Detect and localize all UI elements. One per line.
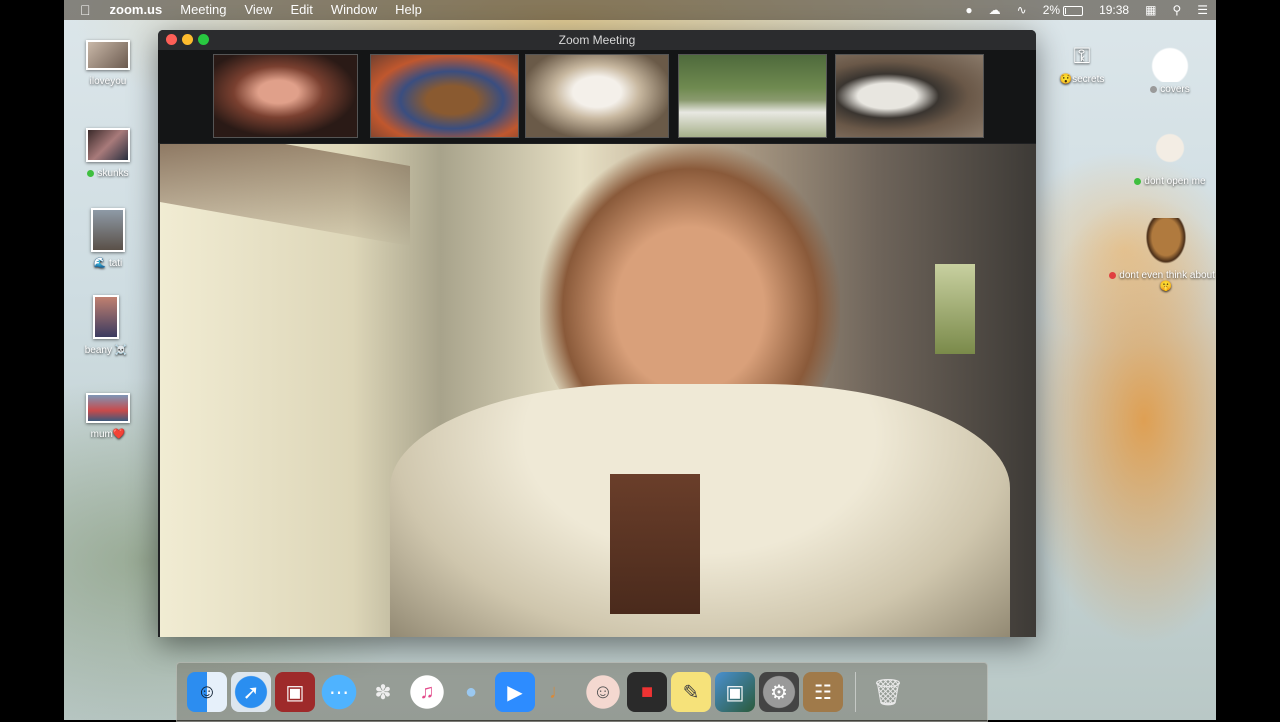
participant-video-5[interactable] — [835, 54, 984, 138]
creative-cloud-icon[interactable]: ☁ — [981, 0, 1009, 20]
menu-help[interactable]: Help — [386, 0, 431, 20]
file-thumbnail — [91, 208, 125, 252]
wifi-icon[interactable]: ∿ — [1009, 0, 1035, 20]
notification-center-icon[interactable]: ☰ — [1189, 0, 1216, 20]
desktop-item-secrets[interactable]: ⚿ 😯secrets — [1032, 43, 1132, 86]
file-thumbnail — [86, 128, 130, 162]
red-tag-icon — [1109, 271, 1117, 279]
heart-emoji: ❤️ — [112, 429, 126, 440]
bunny-plush-icon — [1155, 130, 1185, 170]
file-thumbnail — [93, 295, 119, 339]
desktop-item-label: dont even think about it — [1119, 270, 1216, 281]
preview-icon[interactable]: ▣ — [715, 672, 755, 712]
rabbit-icon[interactable]: ✽ — [363, 672, 403, 712]
active-speaker-video[interactable] — [160, 144, 1036, 637]
participant-video-4[interactable] — [678, 54, 827, 138]
bunny-icon — [1150, 42, 1190, 82]
desktop-item-label: dont open me — [1144, 176, 1206, 187]
key-icon: ⚿ — [1073, 43, 1091, 68]
desktop-item-iloveyou[interactable]: iloveyou — [64, 40, 158, 87]
clock[interactable]: 19:38 — [1091, 0, 1137, 20]
participant-video-3[interactable] — [525, 54, 669, 138]
dock-separator — [855, 672, 856, 712]
desktop-item-tati[interactable]: 🌊 tati — [64, 208, 158, 269]
minimize-button[interactable] — [182, 34, 193, 45]
menu-app-name[interactable]: zoom.us — [101, 0, 172, 20]
apple-icon[interactable]:  — [64, 2, 101, 18]
gray-tag-icon — [1150, 85, 1158, 93]
close-button[interactable] — [166, 34, 177, 45]
lion-icon — [1144, 218, 1188, 266]
desktop-item-mum[interactable]: mum❤️ — [64, 393, 158, 440]
desktop-item-covers[interactable]: covers — [1120, 42, 1216, 95]
zoom-icon[interactable]: ▶ — [495, 672, 535, 712]
desktop-item-label: skunks — [97, 168, 129, 179]
desktop-item-label: secrets — [1072, 74, 1105, 85]
raised-arm — [160, 144, 410, 247]
desktop-item-label: tati — [108, 258, 123, 269]
surprised-emoji: 😯 — [1059, 74, 1073, 85]
seal-icon[interactable]: ● — [451, 672, 491, 712]
desktop-item-label: beany — [84, 345, 112, 356]
menu-view[interactable]: View — [235, 0, 281, 20]
desktop-item-dont-open-me[interactable]: dont open me — [1120, 130, 1216, 187]
desktop-item-dont-even-think-about-it[interactable]: dont even think about it🤫 — [1106, 218, 1216, 292]
zoom-meeting-window: Zoom Meeting — [158, 30, 1036, 637]
wave-emoji: 🌊 — [93, 258, 107, 269]
photo-booth-icon[interactable]: ▣ — [275, 672, 315, 712]
zoom-status-icon[interactable]: ● — [957, 0, 980, 20]
file-thumbnail — [86, 40, 130, 70]
safari-icon[interactable]: ➚ — [231, 672, 271, 712]
participant-strip — [158, 50, 1036, 143]
window-title: Zoom Meeting — [558, 33, 636, 47]
menu-edit[interactable]: Edit — [281, 0, 321, 20]
background-window — [935, 264, 975, 354]
battery-indicator[interactable]: 2% — [1035, 0, 1091, 20]
trash-icon[interactable]: 🗑 — [868, 672, 908, 712]
desktop-item-label: covers — [1160, 84, 1190, 95]
skull-emoji: ☠️ — [114, 345, 128, 356]
finder-icon[interactable]: ☺ — [187, 672, 227, 712]
battery-icon — [1063, 5, 1084, 16]
stickies-icon[interactable]: ✎ — [671, 672, 711, 712]
dock: ☺ ➚ ▣ ⋯ ✽ ♫ ● ▶ ♩ ☺ ■ ✎ ▣ ⚙ ☷ 🗑 — [176, 662, 988, 722]
face-icon[interactable]: ☺ — [583, 672, 623, 712]
green-tag-icon — [87, 169, 95, 177]
desktop-item-beany[interactable]: beany ☠️ — [64, 295, 156, 356]
calendar-icon[interactable]: ▦ — [1137, 0, 1164, 20]
search-icon[interactable]: ⚲ — [1164, 0, 1189, 20]
participant-video-1[interactable] — [213, 54, 358, 138]
menu-meeting[interactable]: Meeting — [171, 0, 235, 20]
menu-window[interactable]: Window — [322, 0, 386, 20]
contacts-icon[interactable]: ☷ — [803, 672, 843, 712]
white-shirt — [390, 384, 1010, 637]
desktop-item-label: mum — [90, 429, 113, 440]
green-tag-icon — [1134, 177, 1142, 185]
itunes-icon[interactable]: ♫ — [407, 672, 447, 712]
file-thumbnail — [86, 393, 130, 423]
window-titlebar: Zoom Meeting — [158, 30, 1036, 50]
shush-emoji: 🤫 — [1159, 281, 1173, 292]
menu-bar:  zoom.us Meeting View Edit Window Help … — [64, 0, 1216, 20]
garageband-icon[interactable]: ♩ — [539, 672, 579, 712]
desktop-item-skunks[interactable]: skunks — [64, 128, 158, 179]
participant-video-2[interactable] — [370, 54, 519, 138]
messages-icon[interactable]: ⋯ — [319, 672, 359, 712]
battery-percent: 2% — [1042, 3, 1061, 17]
desktop-item-label: iloveyou — [89, 76, 127, 87]
dark-top — [610, 474, 700, 614]
photo-editor-icon[interactable]: ■ — [627, 672, 667, 712]
system-preferences-icon[interactable]: ⚙ — [759, 672, 799, 712]
fullscreen-button[interactable] — [198, 34, 209, 45]
